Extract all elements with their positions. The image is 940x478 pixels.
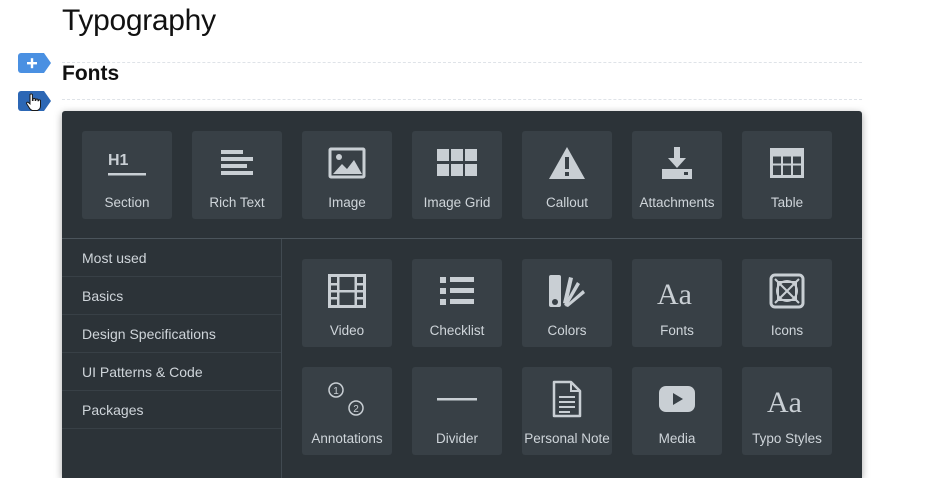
block-checklist[interactable]: Checklist xyxy=(412,259,502,347)
block-rich-text[interactable]: Rich Text xyxy=(192,131,282,219)
block-label: Icons xyxy=(770,323,804,338)
download-icon xyxy=(632,145,722,181)
block-table[interactable]: Table xyxy=(742,131,832,219)
film-icon xyxy=(302,273,392,309)
block-label: Attachments xyxy=(639,195,715,210)
table-icon xyxy=(742,145,832,181)
block-divider[interactable]: Divider xyxy=(412,367,502,455)
image-icon xyxy=(302,145,392,181)
block-callout[interactable]: Callout xyxy=(522,131,612,219)
annotation-mark: 1 xyxy=(333,386,339,397)
category-ui-patterns-code[interactable]: UI Patterns & Code xyxy=(62,353,281,391)
block-label: Personal Note xyxy=(524,431,610,446)
block-section[interactable]: H1 Section xyxy=(82,131,172,219)
section-title: Fonts xyxy=(62,62,120,85)
category-most-used[interactable]: Most used xyxy=(62,239,281,277)
divider-line xyxy=(62,62,862,63)
typo-glyph: Aa xyxy=(767,386,802,416)
divider-line xyxy=(62,99,862,100)
heading-icon: H1 xyxy=(82,145,172,181)
note-icon xyxy=(522,380,612,418)
block-label: Fonts xyxy=(660,323,694,338)
svg-text:H1: H1 xyxy=(108,152,129,169)
block-label: Annotations xyxy=(311,431,383,446)
block-colors[interactable]: Colors xyxy=(522,259,612,347)
rich-text-icon xyxy=(192,145,282,181)
checklist-icon xyxy=(412,273,502,309)
block-label: Media xyxy=(658,431,696,446)
add-block-button[interactable] xyxy=(18,53,52,73)
block-image[interactable]: Image xyxy=(302,131,392,219)
icon-frame-icon xyxy=(742,273,832,309)
annotations-icon: 1 2 xyxy=(302,381,392,417)
font-glyph: Aa xyxy=(657,278,692,308)
block-label: Video xyxy=(329,323,365,338)
block-image-grid[interactable]: Image Grid xyxy=(412,131,502,219)
block-label: Image Grid xyxy=(423,195,491,210)
block-label: Rich Text xyxy=(209,195,265,210)
category-design-specifications[interactable]: Design Specifications xyxy=(62,315,281,353)
block-media[interactable]: Media xyxy=(632,367,722,455)
block-label: Callout xyxy=(545,195,589,210)
block-fonts[interactable]: Aa Fonts xyxy=(632,259,722,347)
font-icon: Aa xyxy=(632,273,722,309)
page-title: Typography xyxy=(62,4,216,37)
image-grid-icon xyxy=(412,145,502,181)
annotation-mark: 2 xyxy=(353,404,359,415)
block-label: Checklist xyxy=(429,323,485,338)
block-label: Image xyxy=(328,195,366,210)
warning-icon xyxy=(522,145,612,181)
block-label: Typo Styles xyxy=(752,431,822,446)
block-picker-panel: H1 Section Rich Text Image Image Grid Ca… xyxy=(62,111,862,478)
typo-styles-icon: Aa xyxy=(742,381,832,417)
block-icons[interactable]: Icons xyxy=(742,259,832,347)
divider-icon xyxy=(412,381,502,417)
quick-blocks-row: H1 Section Rich Text Image Image Grid Ca… xyxy=(62,111,862,239)
color-swatches-icon xyxy=(522,273,612,309)
category-menu: Most used Basics Design Specifications U… xyxy=(62,239,282,478)
block-attachments[interactable]: Attachments xyxy=(632,131,722,219)
block-label: Section xyxy=(104,195,150,210)
block-typo-styles[interactable]: Aa Typo Styles xyxy=(742,367,832,455)
block-label: Table xyxy=(770,195,804,210)
block-annotations[interactable]: 1 2 Annotations xyxy=(302,367,392,455)
block-label: Divider xyxy=(435,431,478,446)
block-grid: Video Checklist Colors Aa Fonts Icons 1 … xyxy=(283,239,862,478)
hand-cursor-icon xyxy=(25,93,41,111)
plus-icon xyxy=(27,58,37,69)
block-personal-note[interactable]: Personal Note xyxy=(522,367,612,455)
category-basics[interactable]: Basics xyxy=(62,277,281,315)
category-packages[interactable]: Packages xyxy=(62,391,281,429)
block-label: Colors xyxy=(547,323,587,338)
block-video[interactable]: Video xyxy=(302,259,392,347)
drag-handle-button[interactable] xyxy=(18,91,52,111)
play-icon xyxy=(632,381,722,417)
